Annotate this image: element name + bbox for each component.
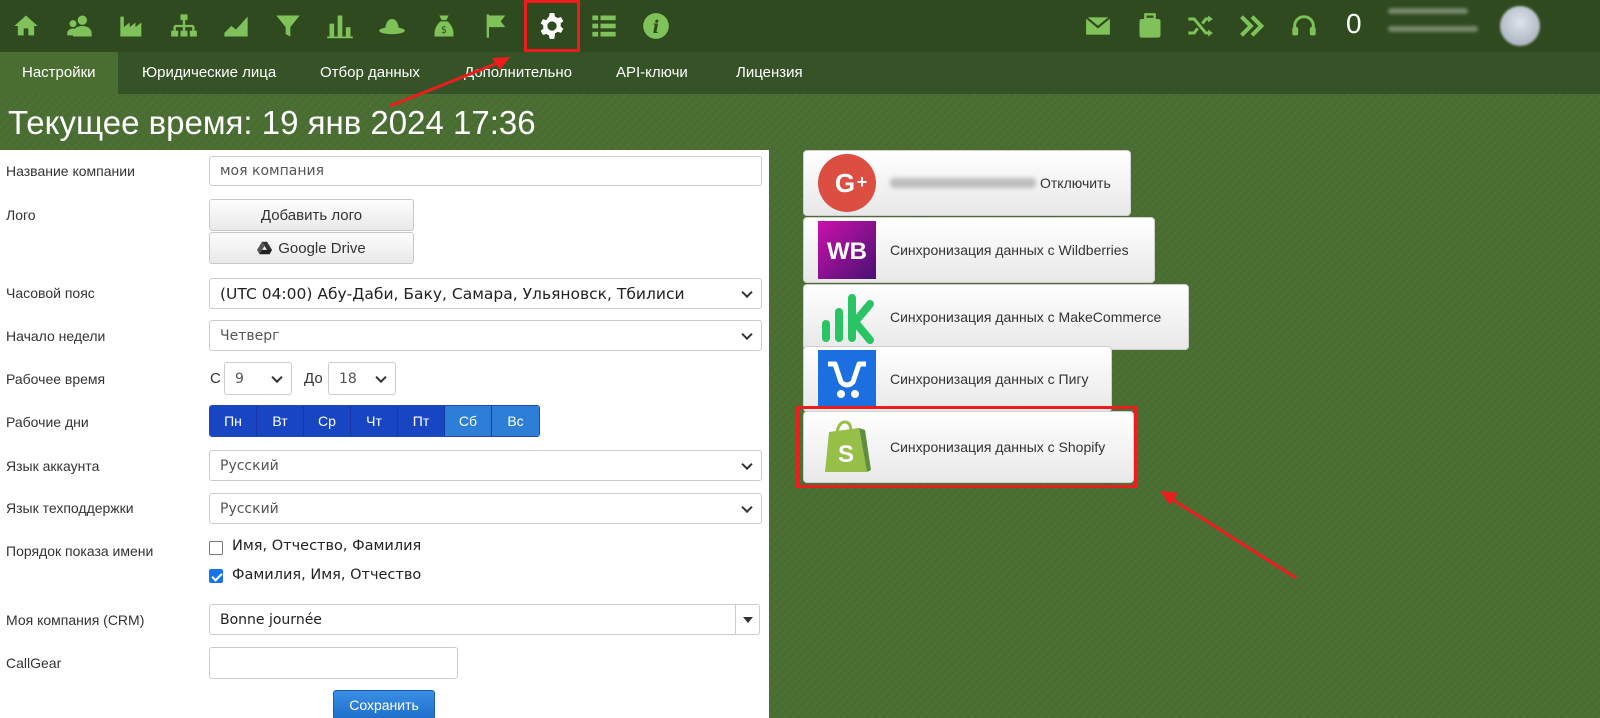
day-toggle-sat[interactable]: Сб [445, 406, 492, 436]
google-drive-button[interactable]: Google Drive [209, 232, 414, 264]
wildberries-logo-icon: WB [818, 221, 876, 279]
work-time-from-label: С [210, 370, 221, 387]
support-language-label: Язык техподдержки [6, 500, 134, 516]
wildberries-sync-label: Синхронизация данных с Wildberries [890, 242, 1129, 258]
support-language-select[interactable]: Русский [209, 493, 762, 524]
chevrons-right-icon[interactable] [1232, 6, 1272, 46]
day-toggle-thu[interactable]: Чт [351, 406, 398, 436]
shopify-highlight-box [796, 406, 1137, 488]
day-toggle-mon[interactable]: Пн [210, 406, 257, 436]
name-order-option-1-checkbox[interactable] [209, 541, 223, 555]
wildberries-logo-text: WB [827, 238, 867, 265]
tab-data-selection[interactable]: Отбор данных [298, 52, 442, 94]
info-icon[interactable]: i [636, 6, 676, 46]
day-toggle-wed[interactable]: Ср [304, 406, 351, 436]
timezone-label: Часовой пояс [6, 285, 95, 301]
arrow-head-shopify-icon [1160, 491, 1178, 505]
day-toggle-tue[interactable]: Вт [257, 406, 304, 436]
google-drive-button-label: Google Drive [278, 239, 366, 257]
shuffle-icon[interactable] [1180, 6, 1220, 46]
account-language-label: Язык аккаунта [6, 458, 100, 474]
day-toggle-sun[interactable]: Вс [492, 406, 539, 436]
top-navigation-bar: $ i 0 [0, 0, 1600, 52]
account-language-select[interactable]: Русский [209, 450, 762, 481]
pigu-sync-label: Синхронизация данных с Пигу [890, 371, 1089, 387]
settings-tabs: Настройки Юридические лица Отбор данных … [0, 52, 1600, 94]
makecommerce-logo-icon [818, 288, 876, 346]
crm-company-select[interactable]: Bonne journée [209, 604, 760, 635]
home-icon[interactable] [6, 6, 46, 46]
tab-additional[interactable]: Дополнительно [442, 52, 594, 94]
google-disconnect-label: Отключить [1040, 175, 1111, 191]
week-start-select[interactable]: Четверг [209, 320, 762, 351]
company-name-input[interactable]: моя компания [209, 156, 762, 186]
svg-text:$: $ [441, 25, 447, 36]
contacts-icon[interactable] [60, 6, 100, 46]
work-time-to-select[interactable]: 18 [328, 362, 396, 395]
svg-text:G: G [835, 168, 855, 198]
hat-icon[interactable] [372, 6, 412, 46]
name-order-option-2-label[interactable]: Фамилия, Имя, Отчество [232, 567, 421, 583]
callgear-input[interactable] [209, 647, 458, 679]
filter-icon[interactable] [268, 6, 308, 46]
work-time-label: Рабочее время [6, 371, 106, 387]
google-plus-icon: G + [818, 154, 876, 212]
add-logo-button[interactable]: Добавить лого [209, 199, 414, 231]
work-days-label: Рабочие дни [6, 414, 89, 430]
timezone-select[interactable]: (UTC 04:00) Абу-Даби, Баку, Самара, Улья… [209, 278, 762, 309]
tab-settings[interactable]: Настройки [0, 52, 118, 94]
google-disconnect-button[interactable]: G + Отключить [803, 150, 1131, 216]
bar-chart-icon[interactable] [320, 6, 360, 46]
crm-company-label: Моя компания (CRM) [6, 612, 145, 628]
headset-icon[interactable] [1284, 6, 1324, 46]
notification-counter[interactable]: 0 [1346, 8, 1362, 40]
caret-down-icon[interactable] [735, 605, 759, 634]
callgear-label: CallGear [6, 655, 62, 671]
week-start-label: Начало недели [6, 328, 106, 344]
page-title: Текущее время: 19 янв 2024 17:36 [8, 104, 536, 141]
factory-icon[interactable] [112, 6, 152, 46]
add-logo-button-label: Добавить лого [260, 206, 363, 224]
save-button[interactable]: Сохранить [333, 690, 435, 718]
company-name-label: Название компании [6, 163, 135, 179]
flag-icon[interactable] [476, 6, 516, 46]
tab-license[interactable]: Лицензия [714, 52, 825, 94]
google-drive-icon [257, 241, 273, 255]
mail-icon[interactable] [1078, 6, 1118, 46]
org-chart-icon[interactable] [164, 6, 204, 46]
crm-company-value: Bonne journée [220, 611, 322, 628]
logo-label: Лого [6, 207, 36, 223]
pigu-cart-logo-icon [818, 350, 876, 408]
makecommerce-sync-button[interactable]: Синхронизация данных с MakeCommerce [803, 284, 1189, 350]
tab-legal-entities[interactable]: Юридические лица [120, 52, 298, 94]
makecommerce-sync-label: Синхронизация данных с MakeCommerce [890, 309, 1162, 325]
svg-text:i: i [653, 18, 660, 38]
name-order-option-1-label[interactable]: Имя, Отчество, Фамилия [232, 538, 421, 554]
gear-icon[interactable] [524, 0, 580, 52]
avatar[interactable] [1500, 6, 1540, 46]
area-chart-icon[interactable] [216, 6, 256, 46]
user-info-blurred[interactable] [1388, 8, 1488, 46]
wildberries-sync-button[interactable]: WB Синхронизация данных с Wildberries [803, 217, 1155, 283]
name-order-option-2-checkbox[interactable] [209, 569, 223, 583]
work-days-toggle-group: Пн Вт Ср Чт Пт Сб Вс [209, 405, 540, 437]
work-time-to-label: До [304, 370, 323, 387]
work-time-from-select[interactable]: 9 [224, 362, 292, 395]
money-bag-icon[interactable]: $ [424, 6, 464, 46]
name-order-label: Порядок показа имени [6, 543, 154, 559]
blurred-account-email [890, 178, 1036, 188]
tab-api-keys[interactable]: API-ключи [594, 52, 710, 94]
svg-text:+: + [857, 172, 868, 192]
briefcase-icon[interactable] [1130, 6, 1170, 46]
day-toggle-fri[interactable]: Пт [398, 406, 445, 436]
list-icon[interactable] [584, 6, 624, 46]
pigu-sync-button[interactable]: Синхронизация данных с Пигу [803, 346, 1112, 412]
arrow-to-shopify [1169, 496, 1297, 580]
